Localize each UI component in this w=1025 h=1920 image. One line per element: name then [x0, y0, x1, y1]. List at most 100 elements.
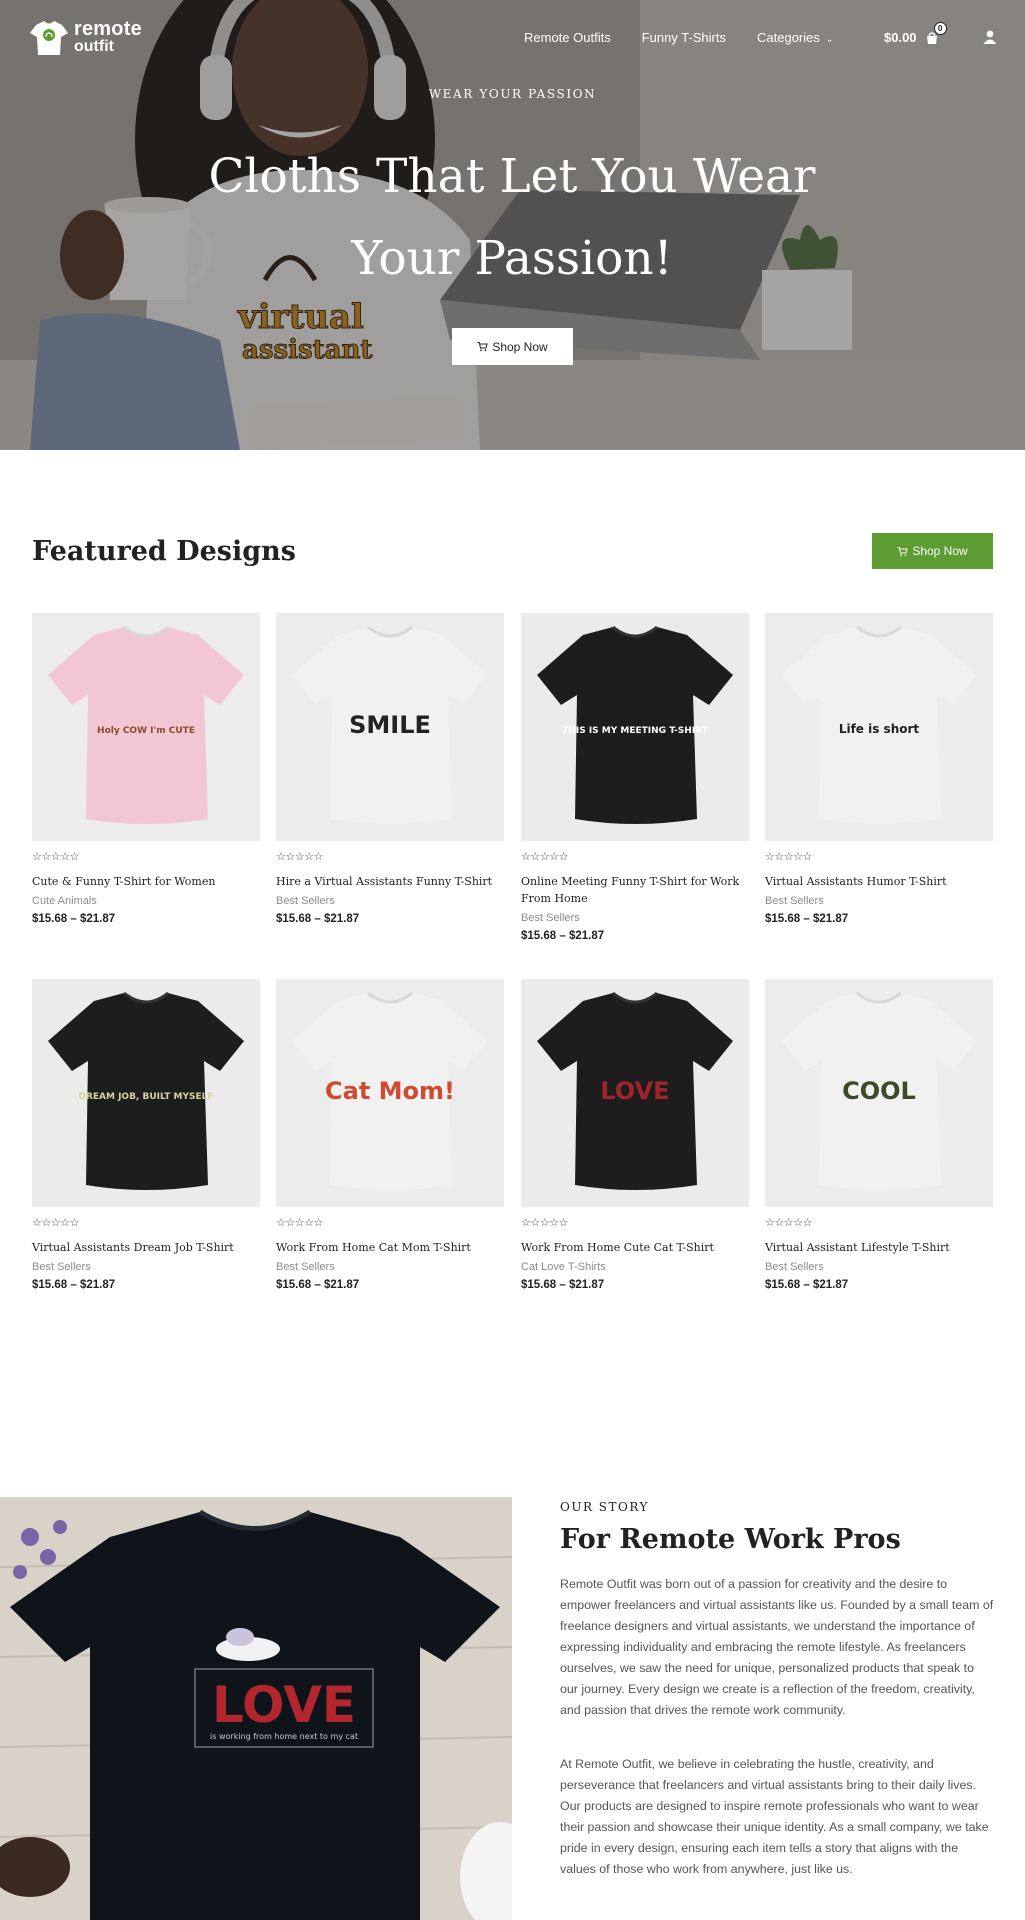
star-icon: ☆: [549, 851, 559, 863]
shirt-print-text: Holy COW I'm CUTE: [97, 726, 195, 736]
product-image[interactable]: SMILE: [276, 613, 504, 841]
hero-title: Cloths That Let You Wear Your Passion!: [208, 149, 816, 286]
shirt-print-text: THIS IS MY MEETING T-SHIRT: [562, 726, 708, 736]
shirt-print-text: COOL: [842, 1077, 916, 1105]
star-icon: ☆: [802, 851, 813, 863]
product-price: $15.68 – $21.87: [765, 913, 849, 925]
star-icon: ☆: [60, 851, 70, 863]
featured-designs-title: Featured Designs: [32, 536, 296, 567]
product-image[interactable]: Holy COW I'm CUTE: [32, 613, 260, 841]
star-icon: ☆: [41, 851, 51, 863]
star-icon: ☆: [558, 1217, 569, 1229]
cart-button[interactable]: $0.00 0: [884, 21, 947, 45]
product-image[interactable]: COOL: [765, 979, 993, 1207]
product-name[interactable]: Virtual Assistants Dream Job T-Shirt: [32, 1239, 260, 1256]
star-icon: ☆: [530, 851, 540, 863]
product-image[interactable]: Cat Mom!: [276, 979, 504, 1207]
hero-shop-now-button[interactable]: Shop Now: [452, 328, 573, 365]
product-image[interactable]: Life is short: [765, 613, 993, 841]
main-navigation: Remote Outfits Funny T-Shirts Categories…: [524, 30, 864, 45]
hero-section: virtual assistant remote outfit Remote O…: [0, 0, 1025, 450]
product-card[interactable]: DREAM JOB, BUILT MYSELF ☆ ☆ ☆ ☆ ☆ Virtual Assi…: [32, 979, 260, 1291]
product-category[interactable]: Cute Animals: [32, 895, 260, 907]
star-icon: ☆: [793, 851, 803, 863]
star-icon: ☆: [783, 1217, 794, 1229]
product-name[interactable]: Online Meeting Funny T-Shirt for Work Fr…: [521, 873, 749, 907]
product-category[interactable]: Best Sellers: [765, 1261, 993, 1273]
star-icon: ☆: [774, 851, 784, 863]
star-icon: ☆: [50, 1217, 61, 1229]
product-card[interactable]: SMILE ☆ ☆ ☆ ☆ ☆ Hire a Virtual Assistants Funn…: [276, 613, 504, 925]
site-header: remote outfit Remote Outfits Funny T-Shi…: [0, 0, 1025, 76]
nav-funny-t-shirts[interactable]: Funny T-Shirts: [642, 30, 726, 45]
story-title: For Remote Work Pros: [560, 1524, 901, 1555]
product-name[interactable]: Virtual Assistant Lifestyle T-Shirt: [765, 1239, 993, 1256]
product-image[interactable]: THIS IS MY MEETING T-SHIRT: [521, 613, 749, 841]
product-price: $15.68 – $21.87: [521, 1279, 605, 1291]
nav-remote-outfits[interactable]: Remote Outfits: [524, 30, 611, 45]
product-category[interactable]: Best Sellers: [276, 1261, 504, 1273]
star-icon: ☆: [304, 1217, 314, 1229]
product-price: $15.68 – $21.87: [276, 1279, 360, 1291]
product-name[interactable]: Work From Home Cute Cat T-Shirt: [521, 1239, 749, 1256]
product-name[interactable]: Work From Home Cat Mom T-Shirt: [276, 1239, 504, 1256]
star-icon: ☆: [313, 851, 324, 863]
star-icon: ☆: [558, 851, 569, 863]
star-icon: ☆: [774, 1217, 784, 1229]
product-category[interactable]: Best Sellers: [32, 1261, 260, 1273]
shopping-bag-icon: 0: [925, 21, 947, 45]
product-card[interactable]: LOVE ☆ ☆ ☆ ☆ ☆ Work From Home Cute Cat T-Shirt…: [521, 979, 749, 1291]
product-category[interactable]: Best Sellers: [521, 912, 749, 924]
featured-shop-now-label: Shop Now: [912, 544, 968, 558]
story-image: LOVE is working from home next to my cat: [0, 1497, 512, 1920]
user-icon[interactable]: [982, 29, 998, 45]
rating-stars: ☆ ☆ ☆ ☆ ☆: [32, 852, 260, 863]
product-price: $15.68 – $21.87: [521, 930, 605, 942]
star-icon: ☆: [765, 851, 775, 863]
product-card[interactable]: Holy COW I'm CUTE ☆ ☆ ☆ ☆ ☆ Cute & Funny T-Shi…: [32, 613, 260, 925]
product-category[interactable]: Cat Love T-Shirts: [521, 1261, 749, 1273]
site-logo[interactable]: remote outfit: [28, 17, 152, 59]
product-name[interactable]: Virtual Assistants Humor T-Shirt: [765, 873, 993, 890]
cart-count-badge: 0: [933, 21, 947, 35]
star-icon: ☆: [285, 851, 295, 863]
product-card[interactable]: Cat Mom! ☆ ☆ ☆ ☆ ☆ Work From Home Cat Mom T-Sh…: [276, 979, 504, 1291]
star-icon: ☆: [294, 1217, 305, 1229]
logo-line-1: remote: [74, 18, 142, 40]
product-image[interactable]: DREAM JOB, BUILT MYSELF: [32, 979, 260, 1207]
logo-line-2: outfit: [74, 38, 114, 55]
product-category[interactable]: Best Sellers: [765, 895, 993, 907]
star-icon: ☆: [276, 851, 286, 863]
story-paragraph-2: At Remote Outfit, we believe in celebrat…: [560, 1757, 989, 1876]
cart-icon: [897, 546, 908, 556]
star-icon: ☆: [285, 1217, 295, 1229]
star-icon: ☆: [313, 1217, 324, 1229]
product-card[interactable]: Life is short ☆ ☆ ☆ ☆ ☆ Virtual Assistants Hum…: [765, 613, 993, 925]
product-name[interactable]: Cute & Funny T-Shirt for Women: [32, 873, 260, 890]
shirt-print-text: Life is short: [839, 722, 920, 736]
nav-categories-label: Categories: [757, 30, 820, 45]
star-icon: ☆: [69, 1217, 80, 1229]
star-icon: ☆: [304, 851, 314, 863]
shirt-print-text: LOVE: [600, 1077, 669, 1105]
star-icon: ☆: [530, 1217, 540, 1229]
star-icon: ☆: [793, 1217, 803, 1229]
star-icon: ☆: [765, 1217, 775, 1229]
star-icon: ☆: [549, 1217, 559, 1229]
star-icon: ☆: [539, 851, 550, 863]
rating-stars: ☆ ☆ ☆ ☆ ☆: [276, 852, 504, 863]
story-kicker: OUR STORY: [560, 1500, 649, 1514]
featured-shop-now-button[interactable]: Shop Now: [872, 533, 993, 569]
product-category[interactable]: Best Sellers: [276, 895, 504, 907]
shirt-logo-icon: [30, 21, 68, 55]
star-icon: ☆: [41, 1217, 51, 1229]
product-name[interactable]: Hire a Virtual Assistants Funny T-Shirt: [276, 873, 504, 890]
rating-stars: ☆ ☆ ☆ ☆ ☆: [521, 1218, 749, 1229]
product-price: $15.68 – $21.87: [765, 1279, 849, 1291]
product-card[interactable]: COOL ☆ ☆ ☆ ☆ ☆ Virtual Assistant Lifestyle T-S…: [765, 979, 993, 1291]
product-card[interactable]: THIS IS MY MEETING T-SHIRT ☆ ☆ ☆ ☆ ☆ Online Me…: [521, 613, 749, 942]
star-icon: ☆: [32, 851, 42, 863]
nav-categories[interactable]: Categories ⌄: [757, 30, 833, 45]
product-image[interactable]: LOVE: [521, 979, 749, 1207]
star-icon: ☆: [521, 1217, 531, 1229]
